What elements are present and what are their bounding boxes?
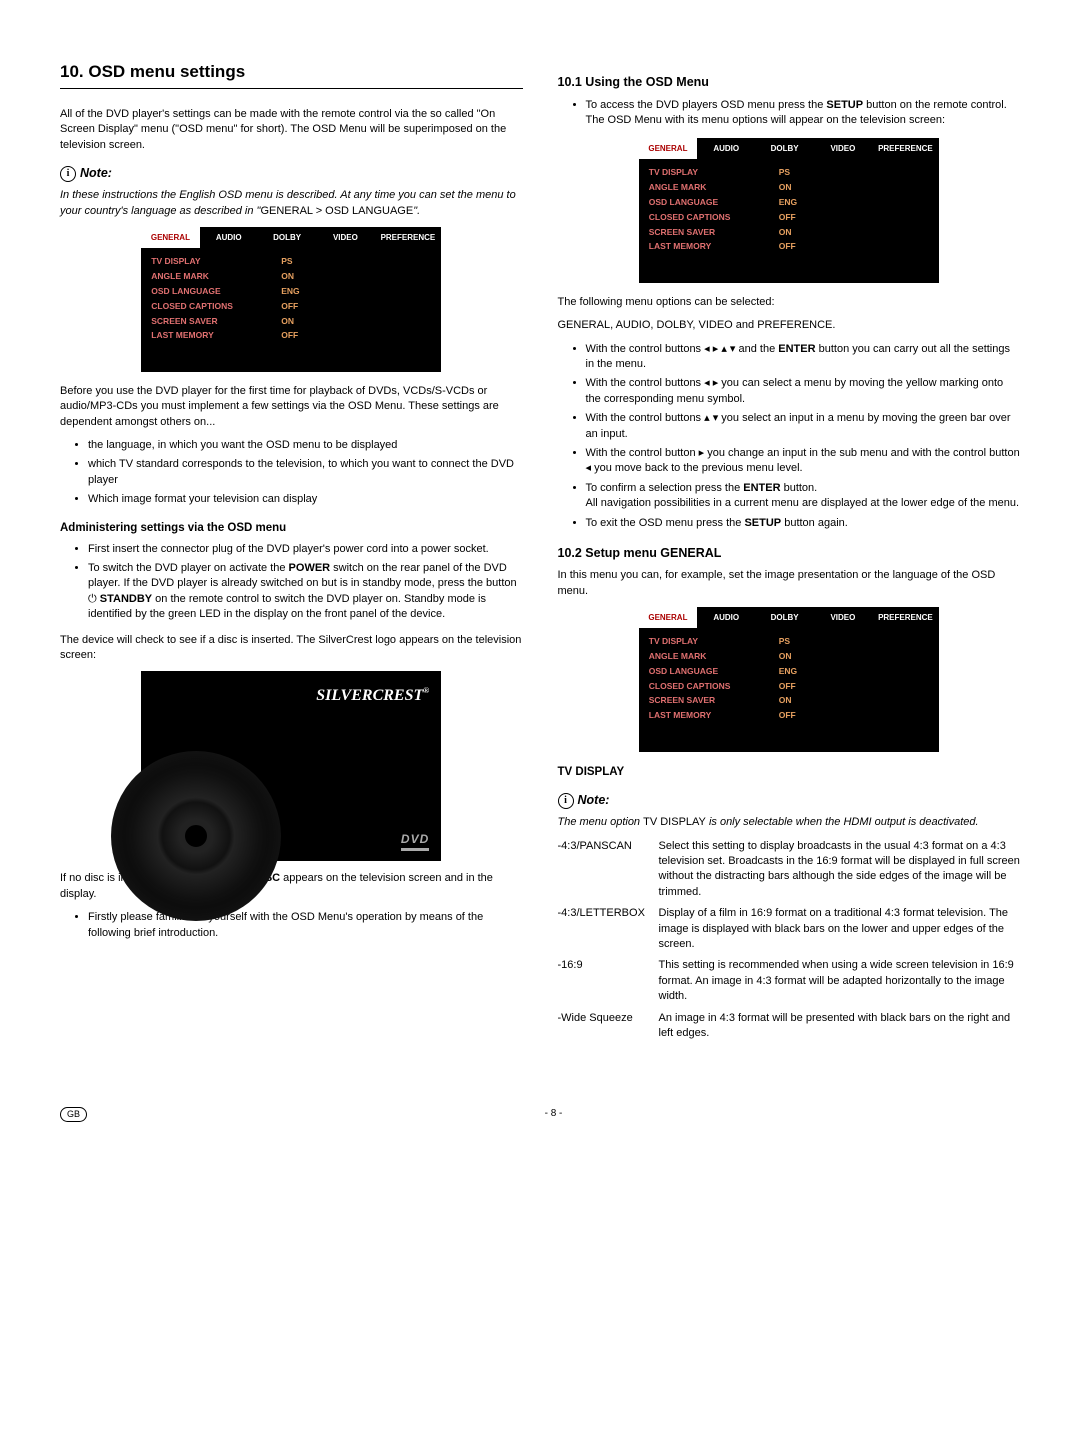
osd-tab-dolby: DOLBY [258, 227, 316, 248]
list-item: With the control button ▸ you change an … [586, 446, 1021, 477]
def-term: -Wide Squeeze [558, 1011, 653, 1042]
arrow-left-icon: ◂ [704, 377, 710, 389]
section-101-heading: 10.1 Using the OSD Menu [558, 74, 1021, 92]
def-desc: This setting is recommended when using a… [659, 958, 1021, 1004]
osd-tabs: GENERAL AUDIO DOLBY VIDEO PREFERENCE [141, 227, 441, 248]
list-item: Firstly please familiarize yourself with… [88, 910, 523, 941]
def-row: -Wide Squeeze An image in 4:3 format wil… [558, 1011, 1021, 1042]
osd-tab-audio: AUDIO [200, 227, 258, 248]
following-text-2: GENERAL, AUDIO, DOLBY, VIDEO and PREFERE… [558, 318, 1021, 333]
osd-menu-2: GENERAL AUDIO DOLBY VIDEO PREFERENCE TV … [639, 138, 939, 283]
list-item: To access the DVD players OSD menu press… [586, 98, 1021, 129]
list-item: which TV standard corresponds to the tel… [88, 457, 523, 488]
arrow-up-icon: ▴ [704, 412, 710, 424]
osd-tab-general: GENERAL [141, 227, 199, 248]
def-row: -4:3/PANSCAN Select this setting to disp… [558, 839, 1021, 901]
s101-list: To access the DVD players OSD menu press… [558, 98, 1021, 129]
note-heading-2: i Note: [558, 792, 1021, 810]
tvdisplay-heading: TV DISPLAY [558, 764, 1021, 780]
note2-text: The menu option TV DISPLAY is only selec… [558, 815, 1021, 830]
following-text: The following menu options can be select… [558, 295, 1021, 310]
list-item: To exit the OSD menu press the SETUP but… [586, 516, 1021, 531]
rule [60, 88, 523, 89]
first-list: Firstly please familiarize yourself with… [60, 910, 523, 941]
arrow-up-icon: ▴ [721, 343, 727, 355]
page-number: - 8 - [545, 1107, 563, 1122]
list-item: With the control buttons ◂ ▸ ▴ ▾ and the… [586, 342, 1021, 373]
osd-body: TV DISPLAYPS ANGLE MARKON OSD LANGUAGEEN… [141, 248, 441, 371]
intro-paragraph: All of the DVD player's settings can be … [60, 107, 523, 153]
disc-graphic [111, 751, 281, 921]
osd-tab-preference: PREFERENCE [375, 227, 442, 248]
osd-tab-video: VIDEO [316, 227, 374, 248]
brand-logo: SILVERCREST® [316, 685, 429, 707]
def-term: -16:9 [558, 958, 653, 1004]
osd-table: TV DISPLAYPS ANGLE MARKON OSD LANGUAGEEN… [151, 254, 299, 343]
list-item: To confirm a selection press the ENTER b… [586, 481, 1021, 512]
note-heading: i Note: [60, 165, 523, 183]
arrow-right-icon: ▸ [713, 343, 719, 355]
section-102-heading: 10.2 Setup menu GENERAL [558, 545, 1021, 563]
admin-list: First insert the connector plug of the D… [60, 542, 523, 623]
def-desc: Display of a film in 16:9 format on a tr… [659, 906, 1021, 952]
splash-screen: SILVERCREST® DVD [141, 671, 441, 861]
admin-heading: Administering settings via the OSD menu [60, 520, 523, 536]
page-footer: GB - 8 - [60, 1107, 1020, 1122]
list-item: To switch the DVD player on activate the… [88, 561, 523, 623]
def-desc: An image in 4:3 format will be presented… [659, 1011, 1021, 1042]
s102-intro: In this menu you can, for example, set t… [558, 568, 1021, 599]
def-row: -16:9 This setting is recommended when u… [558, 958, 1021, 1004]
device-check-text: The device will check to see if a disc i… [60, 633, 523, 664]
def-desc: Select this setting to display broadcast… [659, 839, 1021, 901]
list-item: With the control buttons ▴ ▾ you select … [586, 411, 1021, 442]
before-text: Before you use the DVD player for the fi… [60, 384, 523, 430]
s101-bullets: With the control buttons ◂ ▸ ▴ ▾ and the… [558, 342, 1021, 531]
list-item: the language, in which you want the OSD … [88, 438, 523, 453]
before-list: the language, in which you want the OSD … [60, 438, 523, 508]
page-title: 10. OSD menu settings [60, 60, 523, 84]
info-icon: i [558, 793, 574, 809]
list-item: Which image format your television can d… [88, 492, 523, 507]
def-row: -4:3/LETTERBOX Display of a film in 16:9… [558, 906, 1021, 952]
list-item: First insert the connector plug of the D… [88, 542, 523, 557]
standby-icon: ⏻ [88, 593, 97, 605]
definitions: -4:3/PANSCAN Select this setting to disp… [558, 839, 1021, 1042]
def-term: -4:3/LETTERBOX [558, 906, 653, 952]
osd-menu-3: GENERAL AUDIO DOLBY VIDEO PREFERENCE TV … [639, 607, 939, 752]
info-icon: i [60, 166, 76, 182]
dvd-logo: DVD [401, 831, 429, 852]
note-label: Note: [578, 792, 610, 810]
list-item: With the control buttons ◂ ▸ you can sel… [586, 376, 1021, 407]
footer-gb-badge: GB [60, 1107, 87, 1122]
arrow-left-icon: ◂ [704, 343, 710, 355]
note-text: In these instructions the English OSD me… [60, 188, 523, 219]
note-label: Note: [80, 165, 112, 183]
osd-menu-1: GENERAL AUDIO DOLBY VIDEO PREFERENCE TV … [141, 227, 441, 372]
def-term: -4:3/PANSCAN [558, 839, 653, 901]
